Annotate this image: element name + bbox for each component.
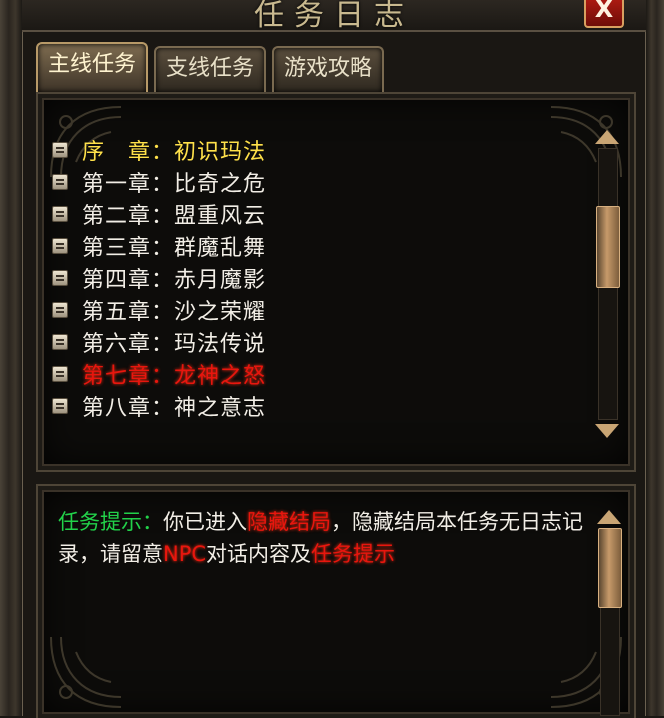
hint-highlight: 隐藏结局 xyxy=(247,510,331,534)
list-bullet-icon xyxy=(52,174,68,190)
arrow-down-icon xyxy=(595,424,619,438)
list-bullet-icon xyxy=(52,238,68,254)
tab-side-quests[interactable]: 支线任务 xyxy=(154,46,267,92)
corner-ornament-icon xyxy=(50,636,122,708)
chapter-list-scrollbar[interactable] xyxy=(592,126,622,442)
chapter-item-prologue[interactable]: 序 章：初识玛法 xyxy=(52,134,266,166)
hint-text: 对话内容及 xyxy=(206,542,312,566)
chapter-label: 第七章：龙神之怒 xyxy=(82,364,267,389)
hint-text: 你已进入 xyxy=(163,510,247,534)
chapter-item-3[interactable]: 第三章：群魔乱舞 xyxy=(52,230,266,262)
scrollbar-thumb[interactable] xyxy=(598,528,622,608)
scrollbar-thumb[interactable] xyxy=(596,205,620,288)
close-button[interactable]: X xyxy=(584,0,624,28)
arrow-up-icon xyxy=(595,130,619,144)
chapter-label: 第二章：盟重风云 xyxy=(82,204,267,229)
arrow-up-icon xyxy=(597,510,621,524)
tab-game-guide[interactable]: 游戏攻略 xyxy=(272,46,385,92)
quest-hint-text: 任务提示：你已进入隐藏结局，隐藏结局本任务无日志记录，请留意NPC对话内容及任务… xyxy=(58,506,586,570)
hint-scrollbar[interactable] xyxy=(594,506,624,716)
list-bullet-icon xyxy=(52,398,68,414)
window-frame-left xyxy=(0,0,23,716)
window-title: 任务日志 xyxy=(254,0,414,33)
chapter-item-4[interactable]: 第四章：赤月魔影 xyxy=(52,262,266,294)
chapter-label: 第一章：比奇之危 xyxy=(82,172,267,197)
tab-bar: 主线任务 支线任务 游戏攻略 xyxy=(36,42,385,92)
chapter-label: 第三章：群魔乱舞 xyxy=(82,236,267,261)
list-bullet-icon xyxy=(52,142,68,158)
title-bar: 任务日志 X xyxy=(22,0,646,33)
hint-highlight: NPC xyxy=(163,542,207,566)
chapter-label: 第八章：神之意志 xyxy=(82,396,267,421)
list-bullet-icon xyxy=(52,270,68,286)
chapter-item-2[interactable]: 第二章：盟重风云 xyxy=(52,198,266,230)
scroll-up-button[interactable] xyxy=(592,126,622,148)
chapter-label: 第六章：玛法传说 xyxy=(82,332,267,357)
tab-main-quests[interactable]: 主线任务 xyxy=(36,42,149,92)
window-frame-right xyxy=(645,0,664,716)
list-bullet-icon xyxy=(52,206,68,222)
chapter-label: 第四章：赤月魔影 xyxy=(82,268,267,293)
chapter-item-5[interactable]: 第五章：沙之荣耀 xyxy=(52,294,266,326)
list-bullet-icon xyxy=(52,366,68,382)
chapter-label: 第五章：沙之荣耀 xyxy=(82,300,267,325)
hint-highlight: 任务提示 xyxy=(311,542,396,566)
scroll-down-button[interactable] xyxy=(592,420,622,442)
chapter-item-6[interactable]: 第六章：玛法传说 xyxy=(52,326,266,358)
chapter-item-7[interactable]: 第七章：龙神之怒 xyxy=(52,358,266,390)
chapter-list: 序 章：初识玛法 第一章：比奇之危 第二章：盟重风云 第三章：群魔乱舞 第四章：… xyxy=(52,134,266,422)
list-bullet-icon xyxy=(52,302,68,318)
list-bullet-icon xyxy=(52,334,68,350)
chapter-label: 序 章：初识玛法 xyxy=(82,140,267,165)
hint-label: 任务提示： xyxy=(58,510,163,534)
scroll-up-button[interactable] xyxy=(594,506,624,528)
chapter-item-8[interactable]: 第八章：神之意志 xyxy=(52,390,266,422)
chapter-item-1[interactable]: 第一章：比奇之危 xyxy=(52,166,266,198)
